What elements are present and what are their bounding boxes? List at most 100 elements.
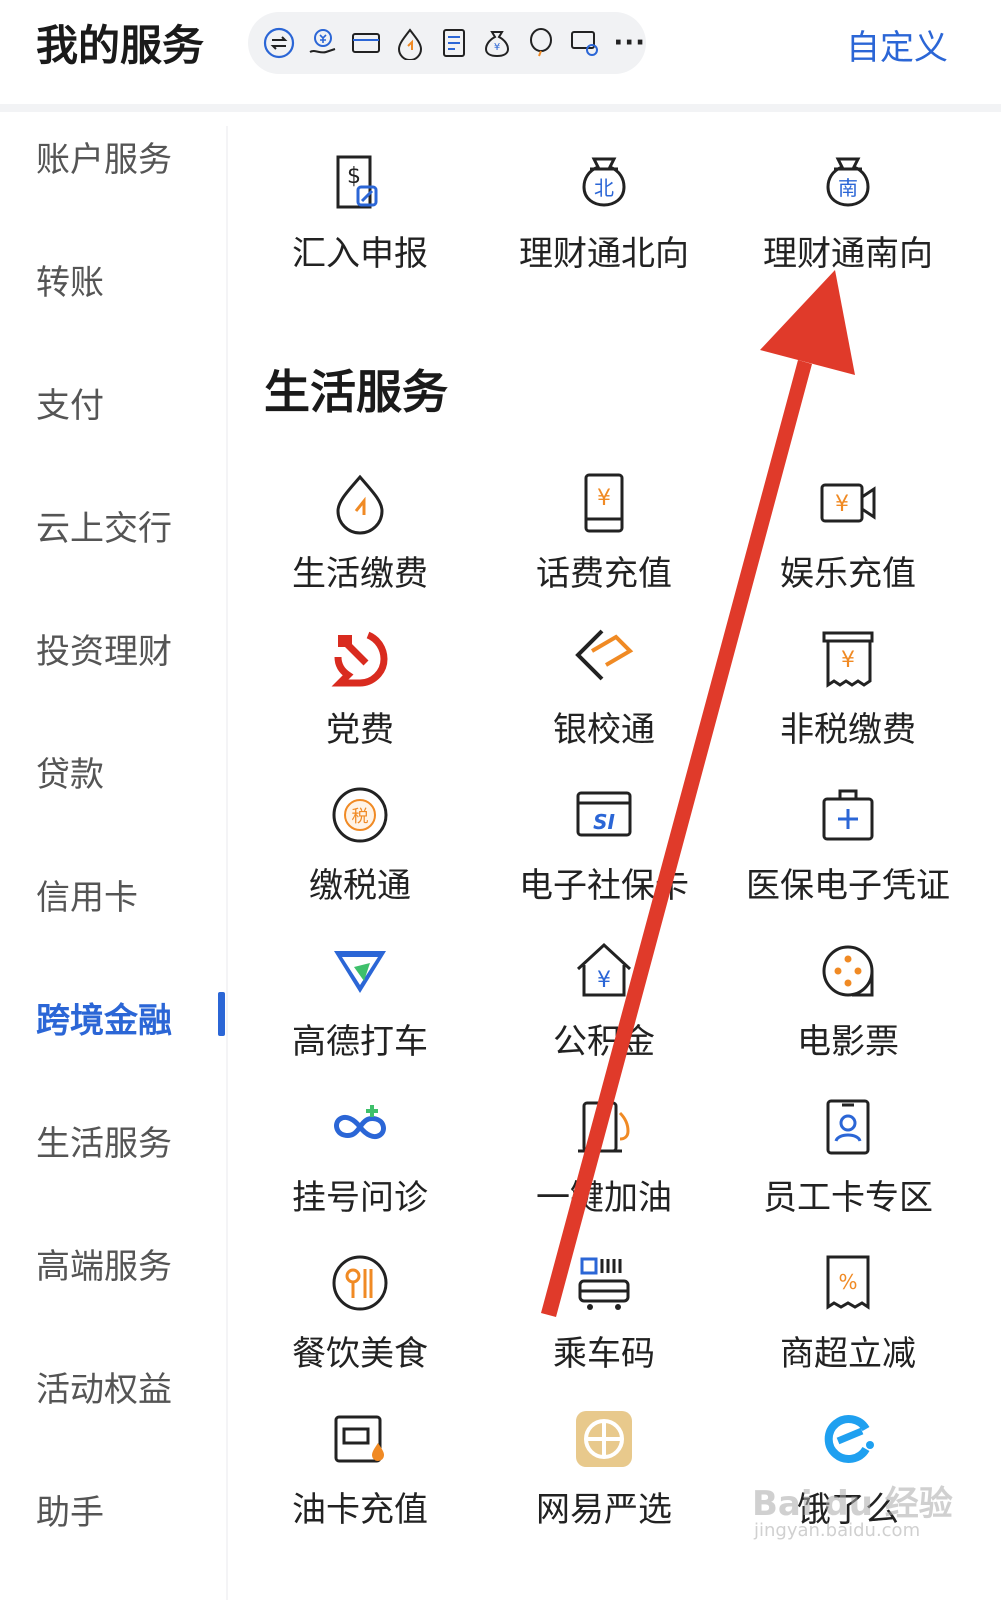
svg-text:¥: ¥ [841, 648, 855, 673]
svg-text:南: 南 [838, 176, 858, 200]
header: 我的服务 ¥ ··· 自定义 [0, 0, 1001, 104]
housing-fund-icon: ¥ [576, 942, 632, 997]
tile-label: 医保电子凭证 [746, 866, 950, 906]
active-indicator [218, 992, 225, 1036]
more-shortcuts-button[interactable]: ··· [613, 28, 646, 58]
card-link-icon[interactable] [566, 24, 604, 62]
tile-label: 电子社保卡 [519, 866, 689, 906]
tile-fuel[interactable]: 一键加油 [482, 1090, 726, 1219]
header-divider [0, 104, 1001, 112]
sidebar-item-activities[interactable]: 活动权益 [36, 1362, 172, 1411]
eleme-icon [824, 1415, 874, 1463]
shortcut-icon-strip[interactable]: ¥ ··· [248, 12, 646, 74]
movie-ticket-icon [822, 945, 874, 997]
tile-netease[interactable]: 网易严选 [482, 1402, 726, 1531]
tile-utility[interactable]: 生活缴费 [238, 466, 482, 595]
sidebar-item-cross-border[interactable]: 跨境金融 [36, 993, 172, 1042]
tile-label: 餐饮美食 [292, 1334, 428, 1374]
social-security-card-icon: SI [576, 791, 632, 837]
tax-icon: 税 [332, 787, 388, 843]
amap-taxi-icon [334, 951, 386, 993]
svg-text:税: 税 [352, 807, 369, 827]
tile-wealth-southbound[interactable]: 南 理财通南向 [726, 146, 970, 275]
watermark-url: jingyan.baidu.com [754, 1520, 921, 1541]
sidebar-item-life[interactable]: 生活服务 [36, 1116, 172, 1165]
supermarket-discount-icon: % [826, 1255, 870, 1310]
page-title: 我的服务 [36, 21, 205, 70]
tile-label: 生活缴费 [292, 554, 428, 594]
tile-movie-ticket[interactable]: 电影票 [726, 934, 970, 1063]
remittance-report-icon: $ [336, 155, 378, 209]
tile-housing-fund[interactable]: ¥ 公积金 [482, 934, 726, 1063]
tile-phone-topup[interactable]: ¥ 话费充值 [482, 466, 726, 595]
phone-topup-icon: ¥ [584, 473, 624, 533]
tile-social-security[interactable]: SI 电子社保卡 [482, 778, 726, 907]
sidebar-item-premium[interactable]: 高端服务 [36, 1239, 172, 1288]
tile-label: 银校通 [553, 710, 655, 750]
tile-label: 高德打车 [292, 1022, 428, 1062]
sidebar-item-credit-card[interactable]: 信用卡 [36, 870, 138, 919]
tile-remittance-report[interactable]: $ 汇入申报 [238, 146, 482, 275]
card-icon[interactable] [347, 24, 385, 62]
tile-label: 理财通北向 [519, 234, 689, 274]
netease-yanxuan-icon [576, 1411, 632, 1467]
tile-fuel-card[interactable]: 油卡充值 [238, 1402, 482, 1531]
tile-non-tax[interactable]: ¥ 非税缴费 [726, 622, 970, 751]
hospital-registration-icon [334, 1105, 386, 1140]
yuan-hand-icon[interactable] [304, 24, 342, 62]
sidebar-item-loan[interactable]: 贷款 [36, 747, 104, 796]
bank-school-icon [575, 629, 634, 681]
balloon-icon[interactable] [522, 24, 560, 62]
tile-dining[interactable]: 餐饮美食 [238, 1246, 482, 1375]
svg-text:$: $ [347, 164, 361, 189]
tile-label: 话费充值 [536, 554, 672, 594]
sidebar-item-invest[interactable]: 投资理财 [36, 624, 172, 673]
tile-label: 电影票 [797, 1022, 899, 1062]
tile-bank-school[interactable]: 银校通 [482, 622, 726, 751]
drop-bill-icon[interactable] [391, 24, 429, 62]
medical-insurance-icon [822, 789, 874, 841]
svg-text:¥: ¥ [494, 42, 500, 53]
svg-text:¥: ¥ [597, 486, 611, 511]
party-emblem-icon [331, 631, 388, 687]
tile-label: 商超立减 [780, 1334, 916, 1374]
category-sidebar: 账户服务 转账 支付 云上交行 投资理财 贷款 信用卡 跨境金融 生活服务 高端… [0, 112, 226, 1600]
tile-hospital[interactable]: 挂号问诊 [238, 1090, 482, 1219]
entertainment-topup-icon: ¥ [820, 483, 876, 523]
sidebar-item-assistant[interactable]: 助手 [36, 1485, 104, 1534]
bus-qr-icon [578, 1257, 630, 1310]
tile-medical-insurance[interactable]: 医保电子凭证 [726, 778, 970, 907]
tile-wealth-northbound[interactable]: 北 理财通北向 [482, 146, 726, 275]
tile-label: 一键加油 [536, 1178, 672, 1218]
sidebar-item-payment[interactable]: 支付 [36, 378, 104, 427]
watermark: Bai du 经验 [752, 1484, 953, 1524]
non-tax-receipt-icon: ¥ [822, 631, 874, 688]
section-title-life-services: 生活服务 [264, 365, 448, 419]
tile-label: 汇入申报 [292, 234, 428, 274]
tile-label: 乘车码 [553, 1334, 655, 1374]
utility-drop-icon [336, 474, 384, 535]
wealth-northbound-icon: 北 [582, 157, 626, 207]
tile-party-dues[interactable]: 党费 [238, 622, 482, 751]
tile-entertainment[interactable]: ¥ 娱乐充值 [726, 466, 970, 595]
document-icon[interactable] [435, 24, 473, 62]
tile-supermarket[interactable]: % 商超立减 [726, 1246, 970, 1375]
transfer-icon[interactable] [260, 24, 298, 62]
sidebar-item-cloud[interactable]: 云上交行 [36, 501, 172, 550]
customize-button[interactable]: 自定义 [846, 20, 948, 69]
money-bag-icon[interactable]: ¥ [478, 24, 516, 62]
tile-tax[interactable]: 税 缴税通 [238, 778, 482, 907]
wealth-southbound-icon: 南 [826, 157, 870, 207]
tile-label: 油卡充值 [292, 1490, 428, 1530]
fuel-card-icon [334, 1415, 384, 1463]
tile-employee-card[interactable]: 员工卡专区 [726, 1090, 970, 1219]
employee-card-icon [826, 1099, 870, 1155]
fuel-icon [578, 1101, 630, 1153]
svg-text:¥: ¥ [597, 968, 611, 993]
tile-label: 员工卡专区 [763, 1178, 933, 1218]
sidebar-item-account[interactable]: 账户服务 [36, 132, 172, 181]
tile-bus-qr[interactable]: 乘车码 [482, 1246, 726, 1375]
sidebar-item-transfer[interactable]: 转账 [36, 255, 104, 304]
svg-text:%: % [838, 1270, 857, 1294]
tile-amap-taxi[interactable]: 高德打车 [238, 934, 482, 1063]
